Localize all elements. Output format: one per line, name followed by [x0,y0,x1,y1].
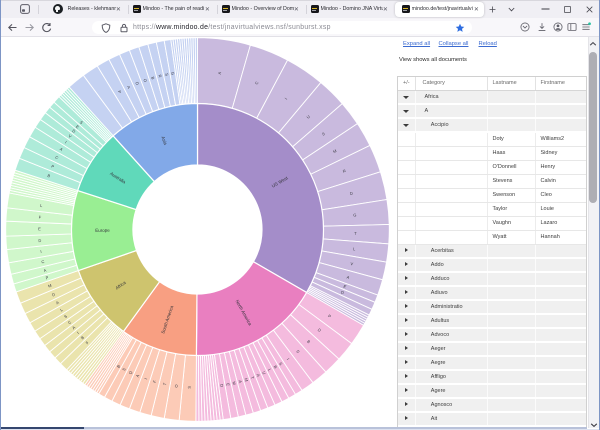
svg-text:G: G [353,212,357,217]
svg-text:O: O [174,384,179,388]
svg-text:D: D [38,238,41,243]
svg-text:E: E [38,226,41,231]
svg-text:Europe: Europe [95,228,110,233]
